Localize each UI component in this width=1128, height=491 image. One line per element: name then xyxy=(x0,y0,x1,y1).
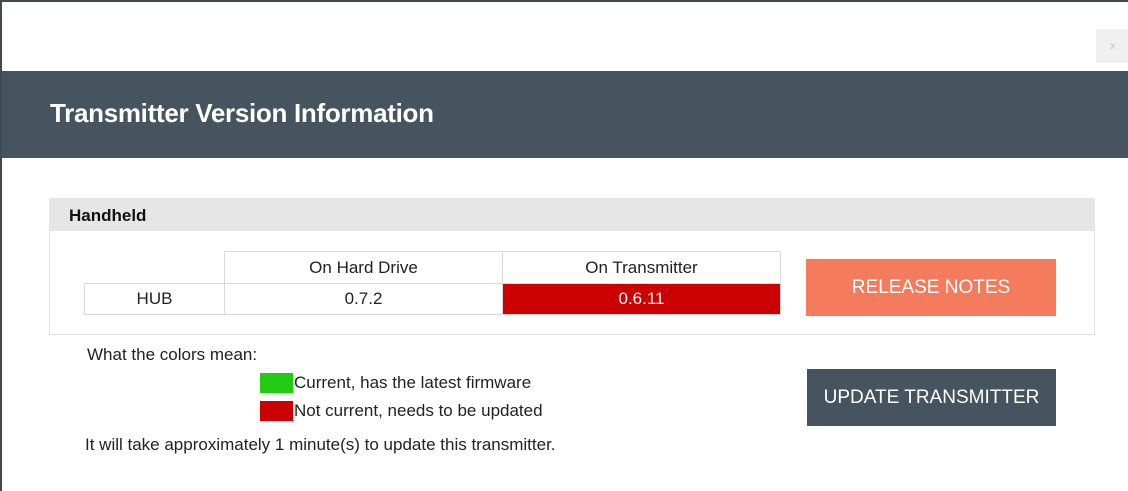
column-header-hard-drive: On Hard Drive xyxy=(224,251,503,284)
device-name-cell: HUB xyxy=(84,283,225,315)
legend-heading: What the colors mean: xyxy=(87,345,258,364)
table-row: HUB 0.7.2 0.6.11 xyxy=(84,283,781,315)
transmitter-version-cell: 0.6.11 xyxy=(502,283,781,315)
version-table: On Hard Drive On Transmitter HUB 0.7.2 0… xyxy=(84,251,781,315)
handheld-group-header: Handheld xyxy=(49,198,1095,231)
table-header-empty xyxy=(84,251,225,284)
green-swatch-icon xyxy=(260,373,293,393)
legend-label: Not current, needs to be updated xyxy=(294,401,543,420)
column-header-transmitter: On Transmitter xyxy=(502,251,781,284)
update-duration-note: It will take approximately 1 minute(s) t… xyxy=(85,435,556,454)
dialog-title: Transmitter Version Information xyxy=(50,98,434,128)
hard-drive-version-cell: 0.7.2 xyxy=(224,283,503,315)
update-transmitter-button[interactable]: UPDATE TRANSMITTER xyxy=(807,369,1056,426)
legend-label: Current, has the latest firmware xyxy=(294,373,532,392)
dialog-window: x Transmitter Version Information Handhe… xyxy=(0,0,1128,491)
table-header-row: On Hard Drive On Transmitter xyxy=(84,251,781,284)
dialog-header: Transmitter Version Information xyxy=(2,71,1128,158)
red-swatch-icon xyxy=(260,401,293,421)
group-title: Handheld xyxy=(69,206,147,225)
close-button[interactable]: x xyxy=(1096,29,1128,63)
release-notes-button[interactable]: RELEASE NOTES xyxy=(806,259,1056,316)
